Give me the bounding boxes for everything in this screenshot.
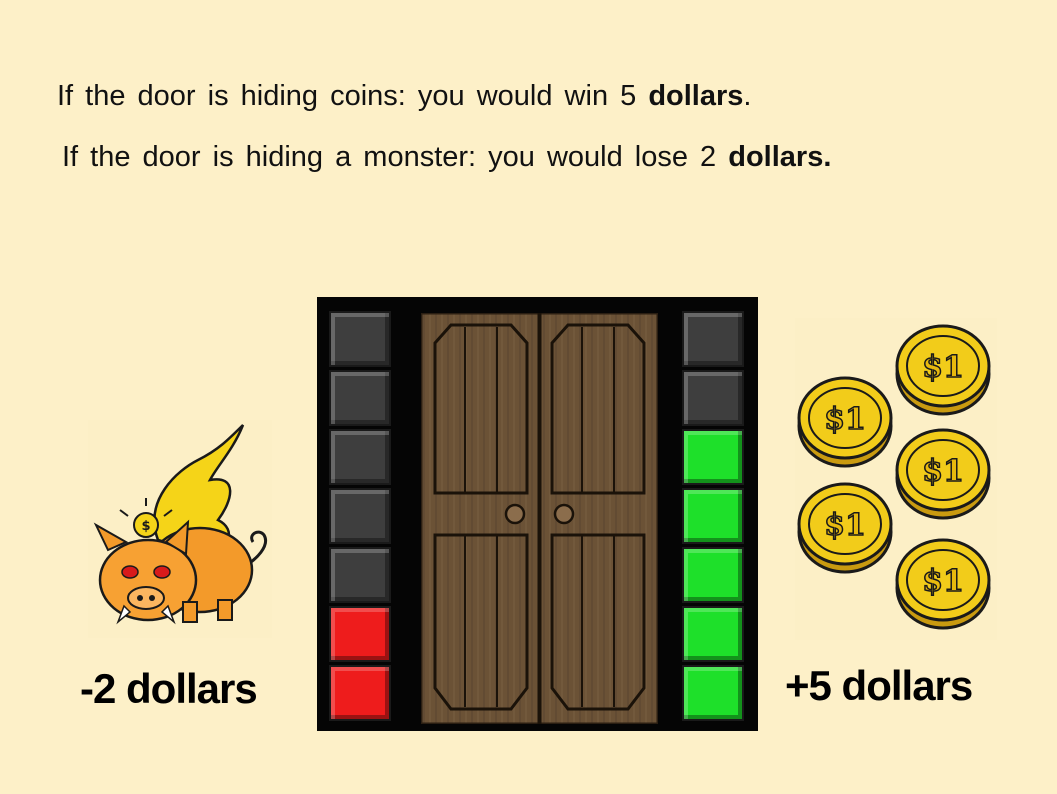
svg-text:$: $ [141, 519, 150, 534]
loss-meter-block-gray [329, 311, 391, 367]
coin-label: $1 [824, 402, 866, 437]
gold-coins-icon: $1 $1 $1 $1 $1 [797, 324, 991, 630]
loss-meter-block-gray [329, 547, 391, 603]
coins-instruction-bold: dollars [648, 80, 744, 112]
coin-icon: $1 [895, 538, 991, 630]
coin-label: $1 [824, 508, 866, 543]
gain-meter [682, 311, 744, 724]
gain-meter-block-green [682, 665, 744, 721]
monster-instruction: If the door is hiding a monster: you wou… [62, 141, 832, 173]
door-game-frame [317, 297, 758, 731]
gain-meter-block-green [682, 606, 744, 662]
gain-meter-block-green [682, 547, 744, 603]
coins-instruction: If the door is hiding coins: you would w… [57, 80, 752, 112]
coin-icon: $1 [797, 376, 893, 468]
gain-meter-block-gray [682, 311, 744, 367]
coin-icon: $1 [895, 324, 991, 416]
loss-meter-block-gray [329, 488, 391, 544]
loss-meter-block-gray [329, 370, 391, 426]
coin-icon: $1 [797, 482, 893, 574]
coin-label: $1 [922, 454, 964, 489]
loss-amount-label: -2 dollars [80, 665, 258, 712]
gain-meter-block-gray [682, 370, 744, 426]
gain-meter-block-green [682, 488, 744, 544]
loss-meter-block-gray [329, 429, 391, 485]
right-door-knob [553, 503, 575, 525]
loss-meter [329, 311, 391, 724]
coins-image: $1 $1 $1 $1 $1 [795, 318, 997, 640]
coin-icon: $1 [895, 428, 991, 520]
monster-instruction-bold: dollars. [728, 141, 832, 173]
coin-label: $1 [922, 350, 964, 385]
loss-meter-block-red [329, 665, 391, 721]
loss-meter-block-red [329, 606, 391, 662]
gain-meter-block-green [682, 429, 744, 485]
gain-amount-label: +5 dollars [785, 662, 973, 709]
monster-image: $ [88, 420, 272, 638]
monster-pig-icon: $ [93, 424, 267, 625]
coin-label: $1 [922, 564, 964, 599]
double-door[interactable] [421, 313, 658, 724]
left-door-knob [504, 503, 526, 525]
